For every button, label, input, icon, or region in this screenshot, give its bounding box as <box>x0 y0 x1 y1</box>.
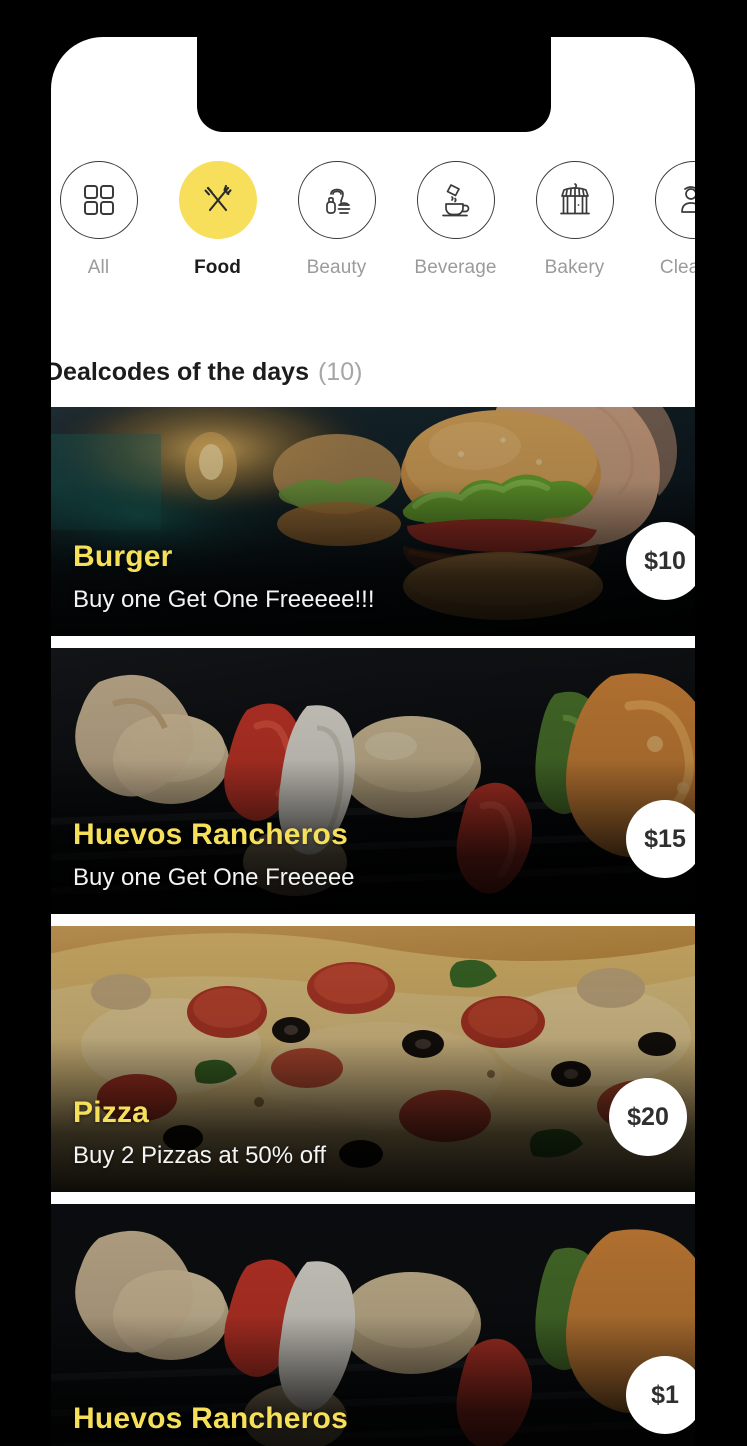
category-strip[interactable]: All Food Beauty Beverage Bakery Clea <box>51 142 695 337</box>
deal-title: Huevos Rancheros <box>73 1402 348 1435</box>
cleaner-icon <box>654 161 695 239</box>
category-item-bakery[interactable]: Bakery <box>515 142 634 279</box>
category-track: All Food Beauty Beverage Bakery Clea <box>51 142 695 279</box>
grid-icon <box>59 161 138 239</box>
coffee-cup-icon <box>416 161 495 239</box>
section-title: Dealcodes of the days <box>51 357 309 386</box>
deal-title: Pizza <box>73 1096 150 1129</box>
deal-title: Huevos Rancheros <box>73 818 348 851</box>
phone-screen: All Food Beauty Beverage Bakery Clea Dea… <box>51 37 695 1446</box>
category-item-beverage[interactable]: Beverage <box>396 142 515 279</box>
category-item-all[interactable]: All <box>51 142 158 279</box>
category-label-all: All <box>87 257 110 278</box>
price-badge[interactable]: $20 <box>609 1078 687 1156</box>
cutlery-icon <box>178 161 257 239</box>
category-item-cleaner[interactable]: Cleaner <box>634 142 695 279</box>
deal-card[interactable]: Huevos Rancheros $1 <box>51 1204 695 1446</box>
category-label-beverage: Beverage <box>414 257 497 278</box>
deal-card[interactable]: Huevos Rancheros Buy one Get One Freeeee… <box>51 648 695 914</box>
bakery-shop-icon <box>535 161 614 239</box>
category-label-cleaner: Cleaner <box>659 257 695 278</box>
deal-text-group: Pizza Buy 2 Pizzas at 50% off <box>73 1096 326 1170</box>
cosmetics-icon <box>297 161 376 239</box>
phone-mockup: All Food Beauty Beverage Bakery Clea Dea… <box>0 0 747 1446</box>
deal-text-group: Huevos Rancheros Buy one Get One Freeeee <box>73 818 355 892</box>
deal-card[interactable]: Pizza Buy 2 Pizzas at 50% off $20 <box>51 926 695 1192</box>
section-header: Dealcodes of the days (10) <box>51 337 695 407</box>
price-badge[interactable]: $15 <box>626 800 695 878</box>
category-label-bakery: Bakery <box>544 257 605 278</box>
phone-notch <box>197 37 551 132</box>
category-label-beauty: Beauty <box>306 257 367 278</box>
category-item-beauty[interactable]: Beauty <box>277 142 396 279</box>
deal-text-group: Burger Buy one Get One Freeeee!!! <box>73 540 375 614</box>
section-count: (10) <box>317 357 363 386</box>
price-badge[interactable]: $10 <box>626 522 695 600</box>
deal-subtitle: Buy 2 Pizzas at 50% off <box>73 1142 327 1169</box>
deal-title: Burger <box>73 540 173 573</box>
category-item-food[interactable]: Food <box>158 142 277 279</box>
deal-subtitle: Buy one Get One Freeeee!!! <box>73 586 375 613</box>
deal-list[interactable]: Burger Buy one Get One Freeeee!!! $10 Hu… <box>51 370 695 1446</box>
deal-subtitle: Buy one Get One Freeeee <box>73 864 355 891</box>
deal-card[interactable]: Burger Buy one Get One Freeeee!!! $10 <box>51 370 695 636</box>
deal-text-group: Huevos Rancheros <box>73 1402 348 1446</box>
category-label-food: Food <box>194 257 241 278</box>
price-badge[interactable]: $1 <box>626 1356 695 1434</box>
